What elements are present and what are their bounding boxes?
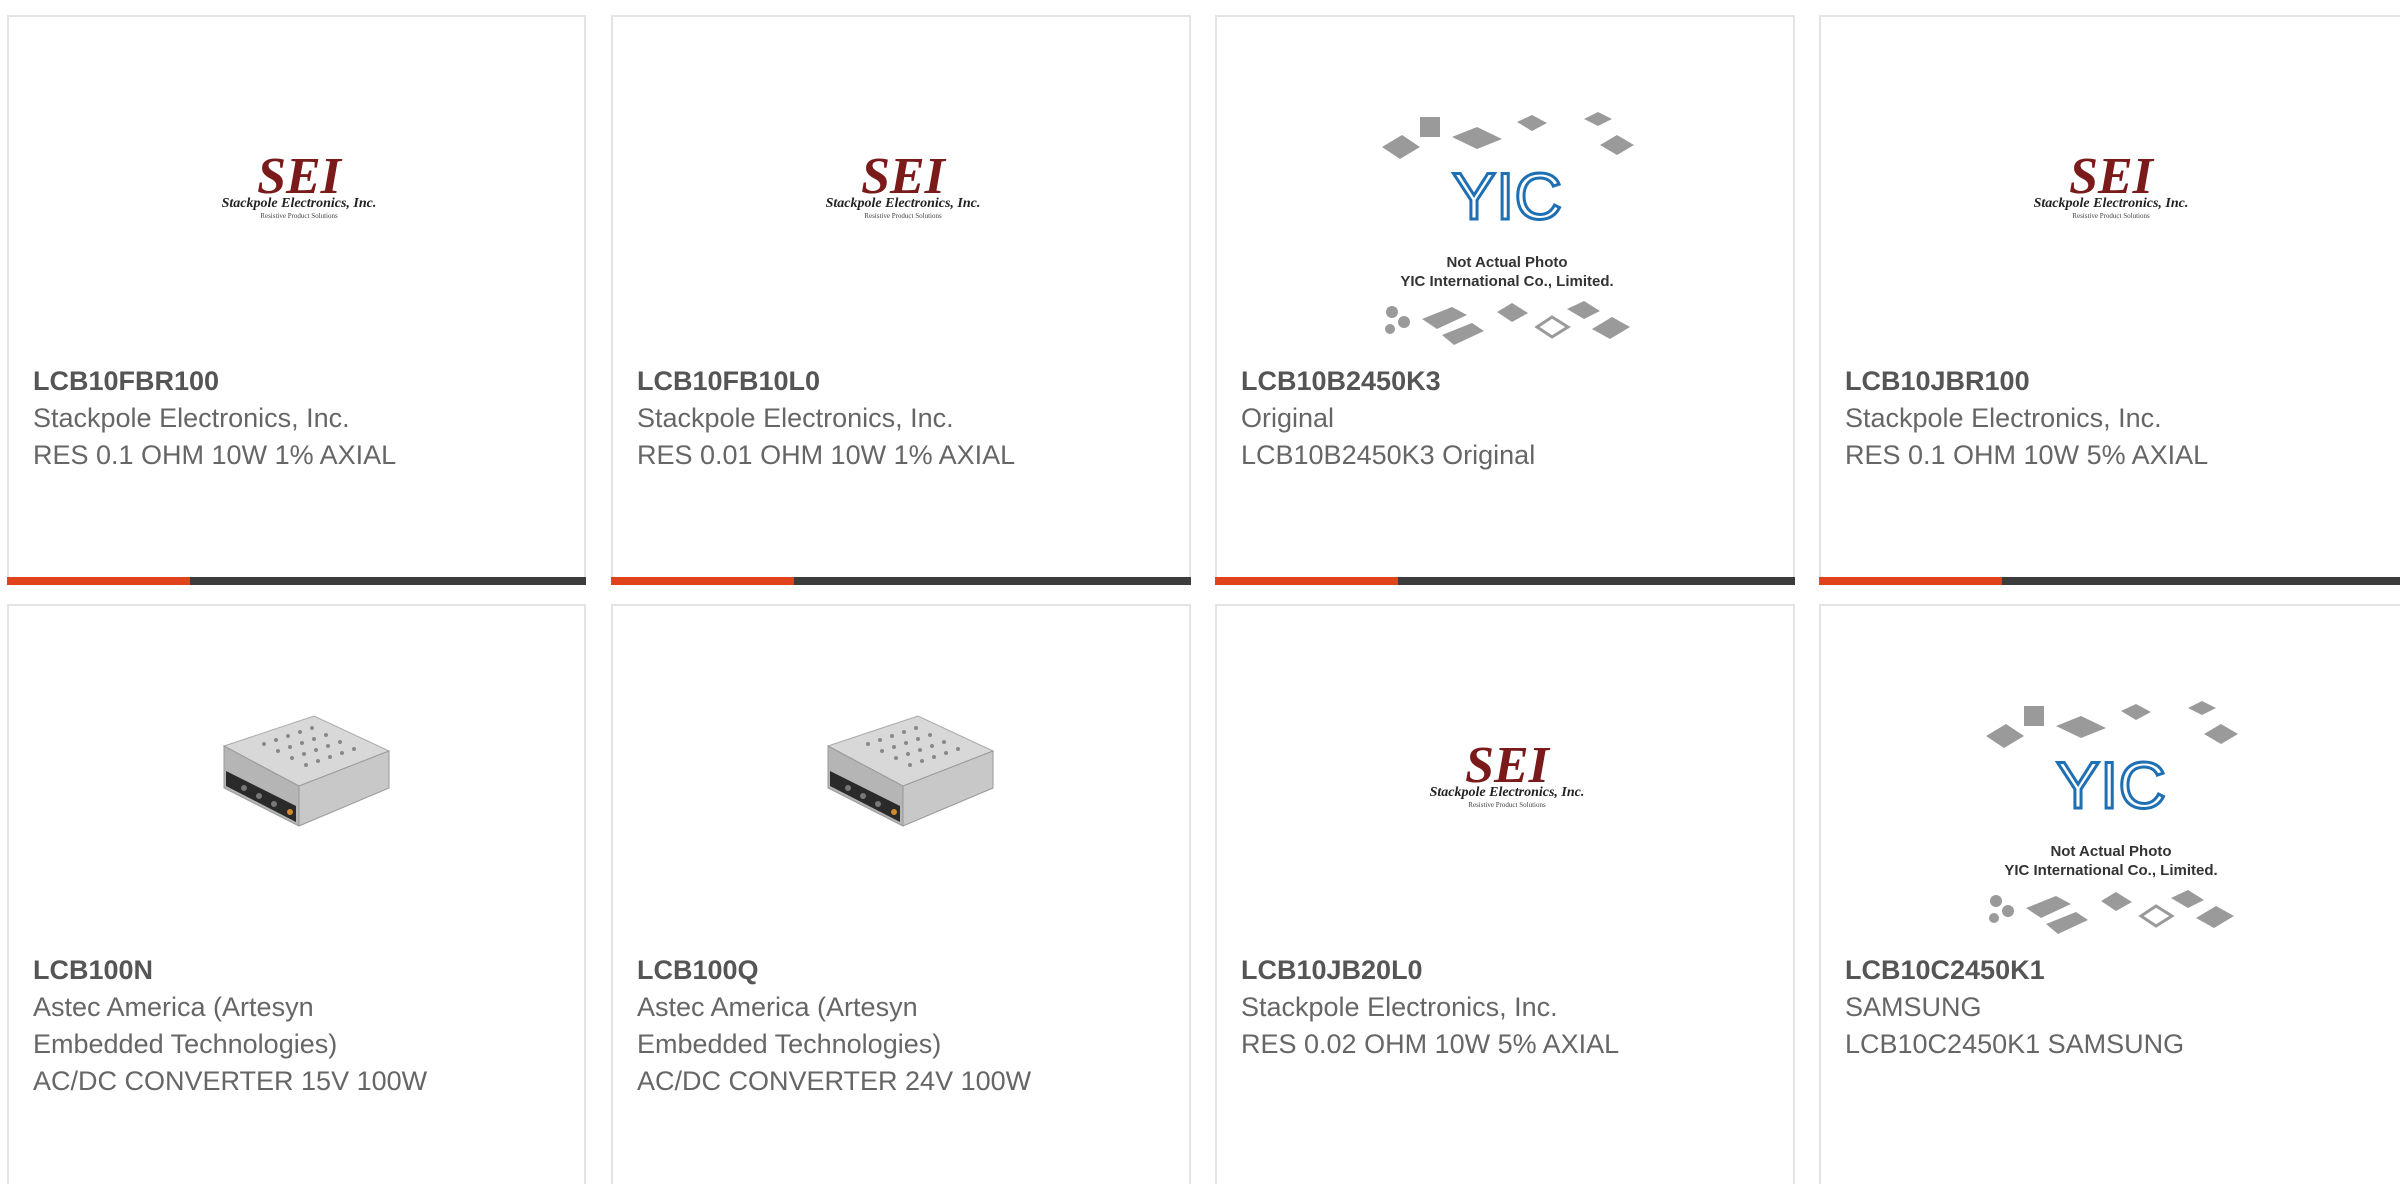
svg-text:Stackpole Electronics, Inc.: Stackpole Electronics, Inc.	[222, 196, 377, 211]
manufacturer: Stackpole Electronics, Inc.	[33, 403, 350, 433]
description: AC/DC CONVERTER 15V 100W	[33, 1066, 428, 1096]
sei-logo-icon: SEI Stackpole Electronics, Inc. Resistiv…	[1430, 737, 1585, 809]
manufacturer: Astec America (Artesyn Embedded Technolo…	[33, 992, 338, 1059]
product-image[interactable]: YIC Not Actual Photo YIC International C…	[1217, 17, 1793, 357]
product-card[interactable]: SEI Stackpole Electronics, Inc. Resistiv…	[1819, 15, 2400, 585]
manufacturer: Stackpole Electronics, Inc.	[1845, 403, 2162, 433]
manufacturer: Astec America (Artesyn Embedded Technolo…	[637, 992, 942, 1059]
product-image[interactable]	[613, 606, 1189, 946]
card-bar	[7, 577, 586, 585]
svg-text:Not Actual Photo: Not Actual Photo	[2050, 843, 2171, 860]
product-image[interactable]: SEI Stackpole Electronics, Inc. Resistiv…	[613, 17, 1189, 357]
sei-logo-icon: SEI Stackpole Electronics, Inc. Resistiv…	[222, 148, 377, 220]
svg-text:Stackpole Electronics, Inc.: Stackpole Electronics, Inc.	[1430, 785, 1585, 800]
description: LCB10C2450K1 SAMSUNG	[1845, 1029, 2185, 1059]
product-image[interactable]	[9, 606, 584, 946]
svg-text:Resistive Product Solutions: Resistive Product Solutions	[260, 212, 338, 220]
card-bar-accent	[611, 577, 794, 585]
product-card[interactable]: LCB100Q Astec America (Artesyn Embedded …	[611, 604, 1191, 1184]
product-image[interactable]: SEI Stackpole Electronics, Inc. Resistiv…	[9, 17, 584, 357]
manufacturer: Original	[1241, 403, 1335, 433]
svg-text:Resistive Product Solutions: Resistive Product Solutions	[2072, 212, 2150, 220]
svg-text:Stackpole Electronics, Inc.: Stackpole Electronics, Inc.	[2034, 196, 2189, 211]
power-supply-icon	[826, 715, 995, 827]
product-card[interactable]: SEI Stackpole Electronics, Inc. Resistiv…	[1215, 604, 1795, 1184]
svg-text:Resistive Product Solutions: Resistive Product Solutions	[1468, 801, 1546, 809]
part-number-link[interactable]: LCB10FB10L0	[637, 363, 1179, 400]
sei-logo-icon: SEI Stackpole Electronics, Inc. Resistiv…	[826, 148, 981, 220]
description: RES 0.01 OHM 10W 1% AXIAL	[637, 440, 1016, 470]
svg-text:YIC: YIC	[1452, 159, 1562, 233]
svg-text:YIC: YIC	[2056, 748, 2166, 822]
description: AC/DC CONVERTER 24V 100W	[637, 1066, 1032, 1096]
yic-placeholder-icon: YIC Not Actual Photo YIC International C…	[1382, 112, 1634, 345]
svg-text:Stackpole Electronics, Inc.: Stackpole Electronics, Inc.	[826, 196, 981, 211]
card-bar-accent	[7, 577, 190, 585]
manufacturer: Stackpole Electronics, Inc.	[637, 403, 954, 433]
svg-text:YIC International Co., Limited: YIC International Co., Limited.	[1400, 273, 1613, 290]
svg-text:Resistive Product Solutions: Resistive Product Solutions	[864, 212, 942, 220]
power-supply-icon	[222, 715, 391, 827]
product-card[interactable]: LCB100N Astec America (Artesyn Embedded …	[7, 604, 586, 1184]
description: RES 0.02 OHM 10W 5% AXIAL	[1241, 1029, 1620, 1059]
product-card[interactable]: YIC Not Actual Photo YIC International C…	[1215, 15, 1795, 585]
card-bar-accent	[1215, 577, 1398, 585]
part-number-link[interactable]: LCB10JB20L0	[1241, 952, 1783, 989]
manufacturer: Stackpole Electronics, Inc.	[1241, 992, 1558, 1022]
part-number-link[interactable]: LCB10B2450K3	[1241, 363, 1783, 400]
manufacturer: SAMSUNG	[1845, 992, 1982, 1022]
svg-text:Not Actual Photo: Not Actual Photo	[1446, 254, 1567, 271]
description: RES 0.1 OHM 10W 1% AXIAL	[33, 440, 397, 470]
part-number-link[interactable]: LCB10FBR100	[33, 363, 574, 400]
svg-text:YIC International Co., Limited: YIC International Co., Limited.	[2004, 862, 2217, 879]
card-bar	[611, 577, 1191, 585]
product-image[interactable]: SEI Stackpole Electronics, Inc. Resistiv…	[1217, 606, 1793, 946]
product-image[interactable]: SEI Stackpole Electronics, Inc. Resistiv…	[1821, 17, 2400, 357]
product-card[interactable]: YIC Not Actual Photo YIC International C…	[1819, 604, 2400, 1184]
part-number-link[interactable]: LCB100Q	[637, 952, 1179, 989]
sei-logo-icon: SEI Stackpole Electronics, Inc. Resistiv…	[2034, 148, 2189, 220]
product-card[interactable]: SEI Stackpole Electronics, Inc. Resistiv…	[7, 15, 586, 585]
part-number-link[interactable]: LCB10C2450K1	[1845, 952, 2390, 989]
card-bar	[1215, 577, 1795, 585]
product-image[interactable]: YIC Not Actual Photo YIC International C…	[1821, 606, 2400, 946]
product-card[interactable]: SEI Stackpole Electronics, Inc. Resistiv…	[611, 15, 1191, 585]
description: LCB10B2450K3 Original	[1241, 440, 1536, 470]
yic-placeholder-icon: YIC Not Actual Photo YIC International C…	[1986, 701, 2238, 934]
card-bar-accent	[1819, 577, 2002, 585]
card-bar	[1819, 577, 2400, 585]
description: RES 0.1 OHM 10W 5% AXIAL	[1845, 440, 2209, 470]
part-number-link[interactable]: LCB100N	[33, 952, 574, 989]
part-number-link[interactable]: LCB10JBR100	[1845, 363, 2390, 400]
